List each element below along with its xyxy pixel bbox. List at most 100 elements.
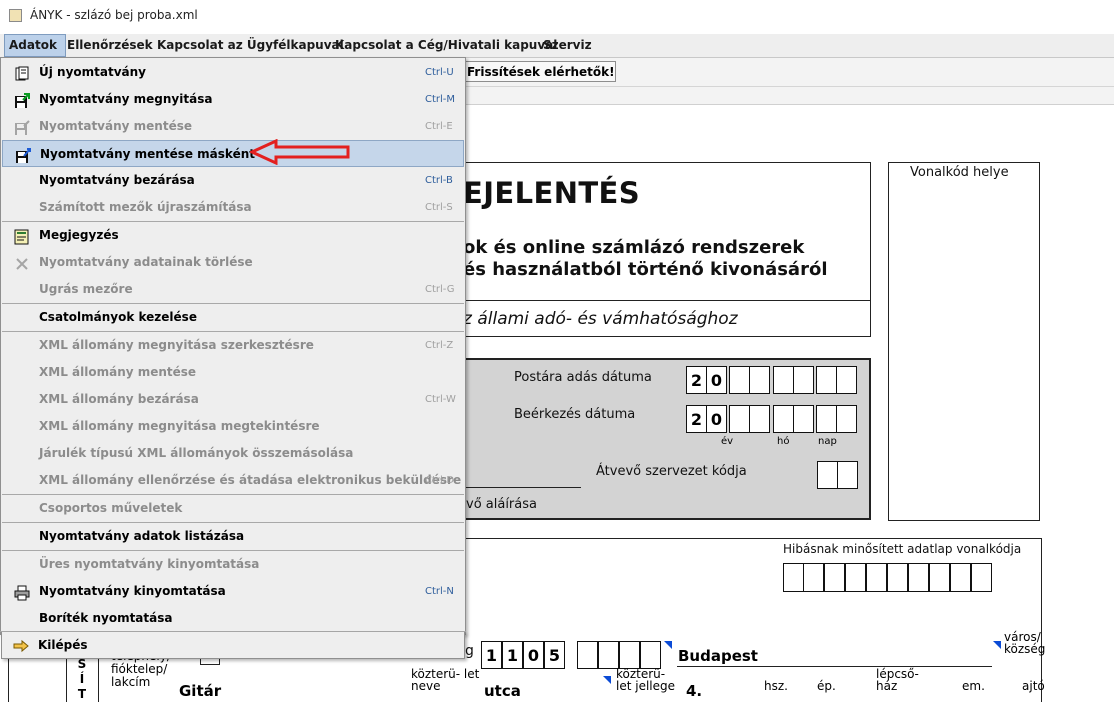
- menu-item-shortcut: Ctrl-S: [425, 202, 453, 213]
- menu-ellenorzesek[interactable]: Ellenőrzések: [63, 34, 157, 57]
- menu-item-label: Nyomtatvány adatok listázása: [39, 529, 245, 543]
- city-value[interactable]: Budapest: [678, 647, 758, 665]
- postal-code-digit[interactable]: 5: [544, 641, 565, 669]
- menu-item-close-form[interactable]: Nyomtatvány bezárása Ctrl-B: [2, 167, 464, 194]
- menu-bar: Adatok Ellenőrzések Kapcsolat az Ügyfélk…: [0, 34, 1114, 58]
- post-day-digit[interactable]: [816, 366, 837, 394]
- postal-code-digit[interactable]: [598, 641, 619, 669]
- menu-item-shortcut: Ctrl-G: [425, 284, 455, 295]
- menu-item-shortcut: Ctrl-E: [425, 121, 453, 132]
- menu-item-label: Ugrás mezőre: [39, 282, 133, 296]
- menu-item-xml-close[interactable]: XML állomány bezárása Ctrl-W: [2, 386, 464, 413]
- menu-item-print-empty[interactable]: Üres nyomtatvány kinyomtatása: [2, 551, 464, 578]
- post-year-digit[interactable]: 0: [706, 366, 727, 394]
- city-marker-icon: [993, 641, 1001, 649]
- menu-item-recalculate[interactable]: Számított mezők újraszámítása Ctrl-S: [2, 194, 464, 221]
- menu-item-shortcut: Ctrl-D: [425, 475, 455, 486]
- menu-ceg-hivatali-kapu[interactable]: Kapcsolat a Cég/Hivatali kapuval: [331, 34, 561, 57]
- menu-item-label: Üres nyomtatvány kinyomtatása: [39, 557, 260, 571]
- menu-item-print-form[interactable]: Nyomtatvány kinyomtatása Ctrl-N: [2, 578, 464, 605]
- menu-item-save-form[interactable]: Nyomtatvány mentése Ctrl-E: [2, 113, 464, 140]
- menu-item-print-envelope[interactable]: Boríték nyomtatása: [2, 605, 464, 632]
- post-month-digit[interactable]: [773, 366, 794, 394]
- faulty-barcode-digit[interactable]: [929, 563, 950, 592]
- form-heading: EJELENTÉS: [463, 176, 641, 210]
- new-form-icon: [14, 65, 30, 81]
- postal-code-digit[interactable]: [640, 641, 661, 669]
- receiver-signature-label: vő aláírása: [466, 497, 537, 512]
- faulty-barcode-digit[interactable]: [803, 563, 824, 592]
- menu-item-label: Csoportos műveletek: [39, 501, 183, 515]
- faulty-barcode-digit[interactable]: [971, 563, 992, 592]
- menu-item-xml-save[interactable]: XML állomány mentése: [2, 359, 464, 386]
- arrival-year-digit[interactable]: 2: [686, 405, 707, 433]
- postal-code-digit[interactable]: [619, 641, 640, 669]
- side-letter: T: [77, 687, 87, 701]
- site-value[interactable]: Gitár: [179, 682, 221, 700]
- arrival-month-digit[interactable]: [773, 405, 794, 433]
- postal-code-digit[interactable]: 1: [481, 641, 502, 669]
- form-subtitle: ok és online számlázó rendszerek és hasz…: [463, 237, 828, 281]
- addressee: z állami adó- és vámhatósághoz: [463, 309, 738, 329]
- menu-item-label: Járulék típusú XML állományok összemásol…: [39, 446, 354, 460]
- faulty-barcode-digit[interactable]: [783, 563, 804, 592]
- city-underline: [677, 666, 992, 667]
- menu-item-goto-field[interactable]: Ugrás mezőre Ctrl-G: [2, 276, 464, 303]
- faulty-barcode-digit[interactable]: [866, 563, 887, 592]
- receiver-code-digit[interactable]: [837, 461, 858, 489]
- window-title: ÁNYK - szlázó bej proba.xml: [30, 8, 198, 22]
- arrival-day-digit[interactable]: [836, 405, 857, 433]
- postal-code-digit[interactable]: [577, 641, 598, 669]
- street-type-label: közterü- let jellege: [616, 667, 676, 693]
- post-month-digit[interactable]: [793, 366, 814, 394]
- post-year-digit[interactable]: [729, 366, 750, 394]
- save-as-icon: [15, 147, 31, 163]
- menu-item-label: Nyomtatvány adatainak törlése: [39, 255, 253, 269]
- subtitle-line-2: és használatból történő kivonásáról: [463, 259, 828, 280]
- menu-item-open-form[interactable]: Nyomtatvány megnyitása Ctrl-M: [2, 86, 464, 113]
- faulty-barcode-digit[interactable]: [845, 563, 866, 592]
- post-year-digit[interactable]: [749, 366, 770, 394]
- post-day-digit[interactable]: [836, 366, 857, 394]
- faulty-barcode-digit[interactable]: [824, 563, 845, 592]
- menu-item-xml-open-edit[interactable]: XML állomány megnyitása szerkesztésre Ct…: [2, 332, 464, 359]
- menu-item-exit[interactable]: Kilépés: [1, 632, 465, 659]
- menu-item-xml-merge[interactable]: Járulék típusú XML állományok összemásol…: [2, 440, 464, 467]
- receiver-code-digit[interactable]: [817, 461, 838, 489]
- adatok-dropdown-menu: Új nyomtatvány Ctrl-U Nyomtatvány megnyi…: [0, 57, 466, 635]
- arrival-year-digit[interactable]: [749, 405, 770, 433]
- street-name-value[interactable]: utca: [484, 682, 521, 700]
- barcode-title: Vonalkód helye: [910, 165, 1009, 180]
- staircase-label: lépcső- ház: [876, 667, 919, 693]
- menu-adatok[interactable]: Adatok: [4, 34, 66, 57]
- menu-item-attachments[interactable]: Csatolmányok kezelése: [2, 304, 464, 331]
- arrival-date-label: Beérkezés dátuma: [514, 407, 636, 422]
- month-unit-label: hó: [777, 436, 790, 447]
- faulty-barcode-digit[interactable]: [908, 563, 929, 592]
- door-label: ajtó: [1022, 679, 1045, 693]
- menu-item-batch-operations[interactable]: Csoportos műveletek: [2, 495, 464, 522]
- menu-item-note[interactable]: Megjegyzés: [2, 222, 464, 249]
- menu-item-save-as[interactable]: Nyomtatvány mentése másként: [2, 140, 464, 167]
- menu-item-xml-check-submit[interactable]: XML állomány ellenőrzése és átadása elek…: [2, 467, 464, 494]
- menu-item-new-form[interactable]: Új nyomtatvány Ctrl-U: [2, 59, 464, 86]
- menu-item-clear-data[interactable]: Nyomtatvány adatainak törlése: [2, 249, 464, 276]
- postal-code-digit[interactable]: 0: [523, 641, 544, 669]
- postal-code-digit[interactable]: 1: [502, 641, 523, 669]
- faulty-barcode-digit[interactable]: [950, 563, 971, 592]
- arrival-day-digit[interactable]: [816, 405, 837, 433]
- street-type-value[interactable]: 4.: [686, 682, 702, 700]
- updates-available-button[interactable]: Frissítések elérhetők!: [462, 61, 616, 82]
- delete-icon: [14, 255, 30, 271]
- menu-item-xml-open-view[interactable]: XML állomány megnyitása megtekintésre: [2, 413, 464, 440]
- arrival-month-digit[interactable]: [793, 405, 814, 433]
- arrival-year-digit[interactable]: [729, 405, 750, 433]
- menu-item-shortcut: Ctrl-U: [425, 67, 454, 78]
- arrival-year-digit[interactable]: 0: [706, 405, 727, 433]
- menu-szerviz[interactable]: Szerviz: [539, 34, 596, 57]
- postal-prefix: g: [465, 643, 474, 659]
- faulty-barcode-digit[interactable]: [887, 563, 908, 592]
- menu-item-list-data[interactable]: Nyomtatvány adatok listázása: [2, 523, 464, 550]
- post-year-digit[interactable]: 2: [686, 366, 707, 394]
- menu-ugyfelkapu[interactable]: Kapcsolat az Ügyfélkapuval: [153, 34, 348, 57]
